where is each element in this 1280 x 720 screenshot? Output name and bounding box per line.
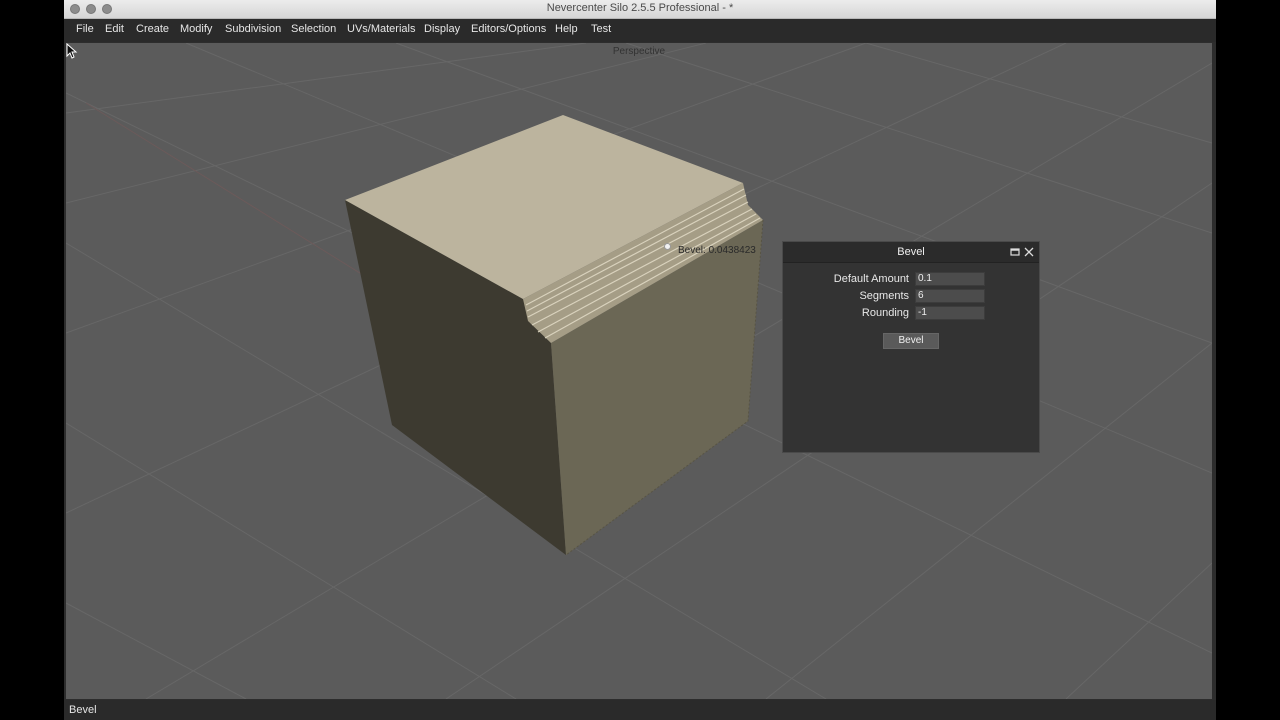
title-bar: Nevercenter Silo 2.5.5 Professional - * [64,0,1216,19]
menu-modify[interactable]: Modify [180,23,212,35]
close-icon[interactable] [1023,246,1035,258]
menu-subdivision[interactable]: Subdivision [225,23,281,35]
bevel-panel: Bevel Default Amount 0.1 Segments 6 Roun… [782,241,1040,453]
viewport-label: Perspective [612,46,666,57]
segments-label: Segments [859,290,909,302]
maximize-icon[interactable] [1009,246,1021,258]
default-amount-input[interactable]: 0.1 [915,272,985,286]
rounding-input[interactable]: -1 [915,306,985,320]
cursor-icon [66,43,78,59]
menu-test[interactable]: Test [591,23,611,35]
menu-uvs-materials[interactable]: UVs/Materials [347,23,415,35]
status-text: Bevel [69,704,97,716]
menu-editors-options[interactable]: Editors/Options [471,23,546,35]
menu-display[interactable]: Display [424,23,460,35]
bevel-panel-title: Bevel [897,246,925,258]
status-bar: Bevel [64,700,1216,720]
bevel-handle[interactable] [664,243,671,250]
menu-file[interactable]: File [76,23,94,35]
menu-help[interactable]: Help [555,23,578,35]
app-window: Nevercenter Silo 2.5.5 Professional - * … [64,0,1216,720]
bevel-button[interactable]: Bevel [883,333,939,349]
segments-input[interactable]: 6 [915,289,985,303]
perspective-viewport[interactable]: Perspective Bevel: 0.0438423 [66,43,1212,699]
menu-create[interactable]: Create [136,23,169,35]
menu-selection[interactable]: Selection [291,23,336,35]
cube-mesh[interactable] [345,115,764,556]
rounding-label: Rounding [861,307,909,319]
menu-edit[interactable]: Edit [105,23,124,35]
bevel-readout: Bevel: 0.0438423 [678,245,756,256]
default-amount-label: Default Amount [833,273,909,285]
window-title: Nevercenter Silo 2.5.5 Professional - * [546,2,734,14]
scene-canvas [66,43,1212,699]
menu-bar: File Edit Create Modify Subdivision Sele… [64,19,1216,42]
bevel-panel-title-bar[interactable]: Bevel [783,242,1039,263]
